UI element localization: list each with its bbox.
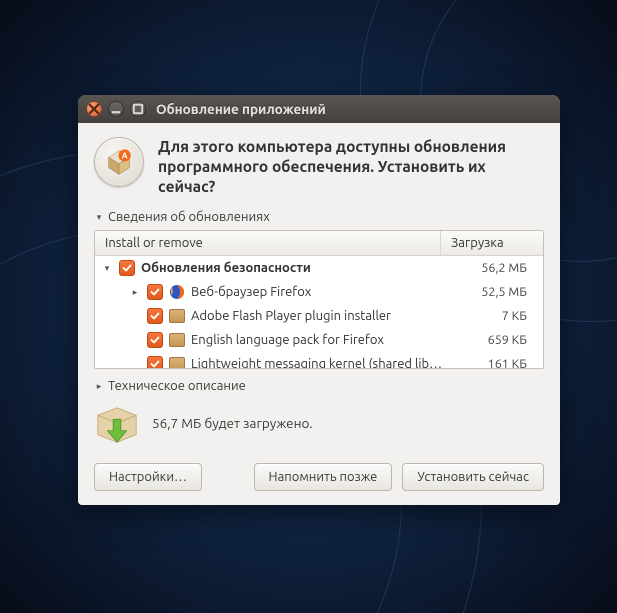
software-updater-window: Обновление приложений A Для этого компью… bbox=[78, 95, 560, 505]
update-item-size: 7 КБ bbox=[445, 306, 537, 326]
column-install-remove[interactable]: Install or remove bbox=[95, 231, 441, 255]
desktop-background: Обновление приложений A Для этого компью… bbox=[0, 0, 617, 613]
chevron-right-icon: ▸ bbox=[94, 381, 104, 392]
update-item-size: 659 КБ bbox=[445, 330, 537, 350]
window-content: A Для этого компьютера доступны обновлен… bbox=[78, 123, 560, 505]
updater-app-icon: A bbox=[94, 137, 144, 187]
update-item-row[interactable]: Adobe Flash Player plugin installer 7 КБ bbox=[95, 304, 543, 328]
package-icon bbox=[169, 356, 185, 368]
details-disclosure[interactable]: ▾ Сведения об обновлениях bbox=[94, 210, 544, 224]
chevron-down-icon[interactable]: ▾ bbox=[101, 258, 113, 278]
updates-list: Install or remove Загрузка ▾ Обновления … bbox=[94, 230, 544, 369]
update-group-size: 56,2 МБ bbox=[445, 258, 537, 278]
settings-button[interactable]: Настройки… bbox=[94, 463, 202, 491]
checkbox-checked-icon[interactable] bbox=[119, 260, 135, 276]
window-title: Обновление приложений bbox=[156, 101, 326, 117]
details-label: Сведения об обновлениях bbox=[108, 210, 270, 224]
update-group-label: Обновления безопасности bbox=[141, 258, 311, 278]
window-maximize-button[interactable] bbox=[130, 101, 146, 117]
window-titlebar[interactable]: Обновление приложений bbox=[78, 95, 560, 123]
download-size-text: 56,7 МБ будет загружено. bbox=[152, 415, 313, 431]
list-header: Install or remove Загрузка bbox=[95, 231, 543, 256]
install-now-button[interactable]: Установить сейчас bbox=[402, 463, 544, 491]
column-download[interactable]: Загрузка bbox=[441, 231, 543, 255]
update-item-label: Lightweight messaging kernel (shared lib… bbox=[191, 354, 442, 368]
package-icon bbox=[169, 332, 185, 348]
checkbox-checked-icon[interactable] bbox=[147, 284, 163, 300]
svg-text:A: A bbox=[122, 151, 128, 161]
checkbox-checked-icon[interactable] bbox=[147, 356, 163, 368]
remind-later-button[interactable]: Напомнить позже bbox=[254, 463, 393, 491]
button-bar: Настройки… Напомнить позже Установить се… bbox=[94, 463, 544, 491]
chevron-down-icon: ▾ bbox=[94, 212, 104, 223]
update-item-row[interactable]: ▸ Веб-браузер Firefox 52,5 МБ bbox=[95, 280, 543, 304]
update-item-label: Веб-браузер Firefox bbox=[191, 282, 311, 302]
package-icon bbox=[169, 308, 185, 324]
update-item-row[interactable]: English language pack for Firefox 659 КБ bbox=[95, 328, 543, 352]
update-item-row[interactable]: Lightweight messaging kernel (shared lib… bbox=[95, 352, 543, 368]
update-item-label: English language pack for Firefox bbox=[191, 330, 384, 350]
checkbox-checked-icon[interactable] bbox=[147, 332, 163, 348]
update-group-row[interactable]: ▾ Обновления безопасности 56,2 МБ bbox=[95, 256, 543, 280]
checkbox-checked-icon[interactable] bbox=[147, 308, 163, 324]
update-item-size: 161 КБ bbox=[445, 354, 537, 368]
firefox-icon bbox=[169, 284, 185, 300]
update-item-size: 52,5 МБ bbox=[445, 282, 537, 302]
window-minimize-button[interactable] bbox=[108, 101, 124, 117]
chevron-right-icon[interactable]: ▸ bbox=[129, 282, 141, 302]
window-close-button[interactable] bbox=[86, 101, 102, 117]
download-box-icon bbox=[94, 401, 140, 445]
update-item-label: Adobe Flash Player plugin installer bbox=[191, 306, 391, 326]
headline-text: Для этого компьютера доступны обновления… bbox=[158, 137, 544, 196]
technical-description-disclosure[interactable]: ▸ Техническое описание bbox=[94, 379, 544, 393]
technical-description-label: Техническое описание bbox=[108, 379, 246, 393]
